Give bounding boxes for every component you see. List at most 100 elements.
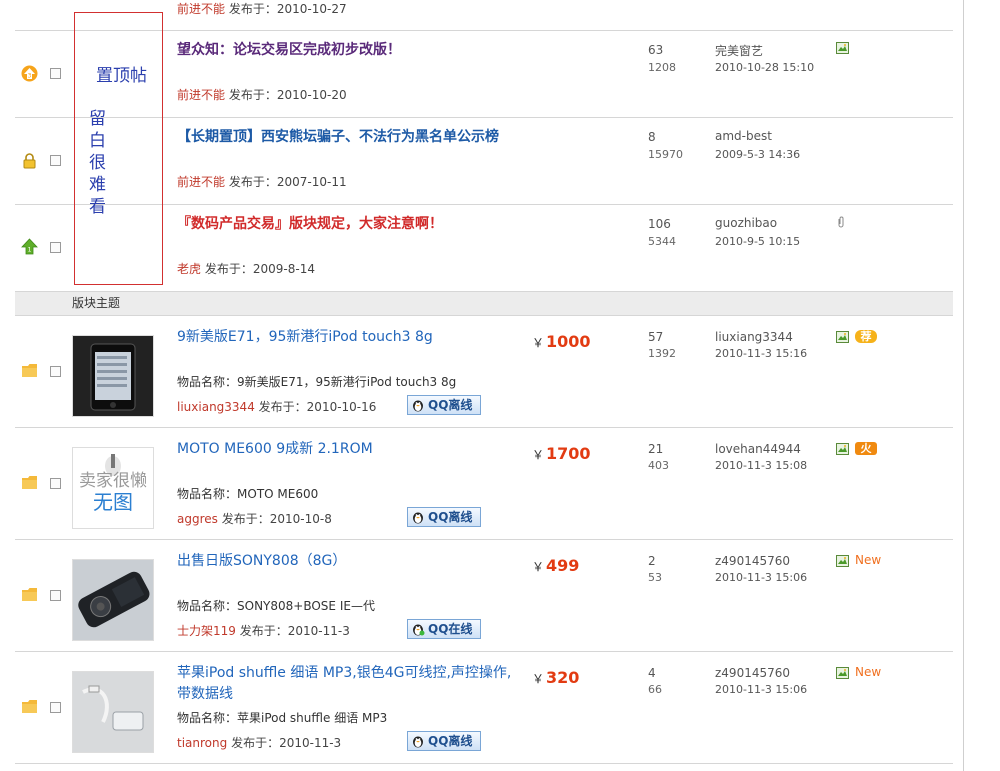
qq-status-label: QQ离线 — [428, 510, 473, 524]
last-post-time[interactable]: 2010-11-3 15:08 — [715, 459, 807, 472]
thread-title[interactable]: 望众知：论坛交易区完成初步改版！ — [177, 40, 522, 61]
view-count: 1208 — [648, 61, 676, 74]
thread-checkbox[interactable] — [50, 68, 61, 79]
thread-checkbox[interactable] — [50, 478, 61, 489]
posted-label: 发布于： — [228, 175, 277, 189]
last-post-user[interactable]: guozhibao — [715, 216, 777, 230]
section-label: 版块主题 — [72, 296, 121, 310]
svg-text:3: 3 — [28, 73, 32, 80]
last-post-time[interactable]: 2010-9-5 10:15 — [715, 235, 800, 248]
reply-count: 21 — [648, 442, 664, 456]
product-thumbnail-placeholder[interactable]: 卖家很懒 无图 — [72, 447, 154, 529]
folder-icon — [22, 476, 37, 489]
svg-text:1: 1 — [28, 247, 32, 254]
annotation-label: 置顶帖 — [96, 66, 147, 86]
last-post-user[interactable]: z490145760 — [715, 554, 790, 568]
trade-thread-row: 9新美版E71，95新港行iPod touch3 8g ￥ 1000 物品名称：9… — [15, 316, 953, 428]
item-name: 物品名称：9新美版E71，95新港行iPod touch3 8g — [177, 373, 456, 390]
item-name-value: 9新美版E71，95新港行iPod touch3 8g — [237, 375, 457, 389]
qq-status-button[interactable]: QQ离线 — [407, 507, 481, 527]
last-post-time[interactable]: 2010-11-3 15:06 — [715, 571, 807, 584]
attachment-clip-icon — [838, 216, 844, 228]
post-date: 2010-11-3 — [287, 624, 350, 638]
qq-status-button[interactable]: QQ离线 — [407, 395, 481, 415]
product-thumbnail[interactable] — [72, 559, 154, 641]
reply-count: 57 — [648, 330, 664, 344]
last-post-time[interactable]: 2010-11-3 15:16 — [715, 347, 807, 360]
posted-label: 发布于： — [221, 512, 270, 526]
thread-checkbox[interactable] — [50, 590, 61, 601]
price: ￥ 499 — [532, 556, 579, 575]
qq-penguin-icon — [413, 736, 423, 748]
thread-meta: liuxiang3344 发布于：2010-10-16 — [177, 398, 376, 415]
view-count: 53 — [648, 571, 662, 584]
thread-checkbox[interactable] — [50, 366, 61, 377]
trade-thread-row: 出售日版SONY808（8G） ￥ 499 物品名称：SONY808+BOSE I… — [15, 540, 953, 652]
qq-status-button[interactable]: QQ离线 — [407, 731, 481, 751]
thread-checkbox[interactable] — [50, 242, 61, 253]
reply-count: 4 — [648, 666, 656, 680]
author-link[interactable]: aggres — [177, 512, 218, 526]
thread-title[interactable]: 苹果iPod shuffle 细语 MP3,银色4G可线控,声控操作,带数据线 — [177, 663, 522, 705]
product-thumbnail[interactable] — [72, 671, 154, 753]
author-link[interactable]: 老虎 — [177, 262, 201, 276]
price-value: 1700 — [546, 444, 591, 463]
price: ￥ 1700 — [532, 444, 591, 463]
sticky-level-3-icon: 3 — [21, 65, 38, 82]
view-count: 403 — [648, 459, 669, 472]
image-attachment-icon — [836, 443, 849, 455]
folder-icon — [22, 588, 37, 601]
thread-title[interactable]: 『数码产品交易』版块规定，大家注意啊！ — [177, 214, 522, 235]
qq-status-label: QQ离线 — [428, 398, 473, 412]
last-post-user[interactable]: amd-best — [715, 129, 772, 143]
thread-title[interactable]: 出售日版SONY808（8G） — [177, 551, 522, 572]
item-name-label: 物品名称： — [177, 487, 238, 501]
posted-label: 发布于： — [228, 2, 277, 16]
author-link[interactable]: tianrong — [177, 736, 227, 750]
author-link[interactable]: 前进不能 — [177, 175, 225, 189]
item-name: 物品名称：SONY808+BOSE IE—代 — [177, 597, 375, 614]
last-post-user[interactable]: lovehan44944 — [715, 442, 801, 456]
price-value: 320 — [546, 668, 580, 687]
thread-meta: 前进不能 发布于：2010-10-27 — [177, 0, 347, 17]
qq-status-button[interactable]: QQ在线 — [407, 619, 481, 639]
currency-symbol: ￥ — [532, 336, 545, 350]
no-image-text-highlight: 无图 — [93, 490, 133, 514]
item-name-label: 物品名称： — [177, 375, 238, 389]
author-link[interactable]: 前进不能 — [177, 88, 225, 102]
last-post-time[interactable]: 2010-11-3 15:06 — [715, 683, 807, 696]
no-image-text: 卖家很懒 — [79, 471, 147, 491]
annotation-vertical-label: 留 白 很 难 看 — [89, 108, 107, 218]
image-attachment-icon — [836, 667, 849, 679]
thread-checkbox[interactable] — [50, 155, 61, 166]
author-link[interactable]: 士力架119 — [177, 624, 236, 638]
last-post-time[interactable]: 2009-5-3 14:36 — [715, 148, 800, 161]
product-thumbnail[interactable] — [72, 335, 154, 417]
item-name: 物品名称：苹果iPod shuffle 细语 MP3 — [177, 709, 387, 726]
ipod-shuffle-photo — [73, 672, 153, 752]
annotation-char: 难 — [89, 175, 106, 195]
item-name: 物品名称：MOTO ME600 — [177, 485, 318, 502]
new-badge: New — [855, 553, 882, 567]
last-post-user[interactable]: 完美窗艺 — [715, 42, 763, 59]
thread-title[interactable]: MOTO ME600 9成新 2.1ROM — [177, 439, 522, 460]
price-value: 499 — [546, 556, 580, 575]
thread-title[interactable]: 【长期置顶】西安熊坛骗子、不法行为黑名单公示榜 — [177, 127, 522, 148]
posted-label: 发布于： — [204, 262, 253, 276]
item-name-value: 苹果iPod shuffle 细语 MP3 — [237, 711, 388, 725]
author-link[interactable]: 前进不能 — [177, 2, 225, 16]
thread-checkbox[interactable] — [50, 702, 61, 713]
last-post-user[interactable]: liuxiang3344 — [715, 330, 793, 344]
folder-icon — [22, 700, 37, 713]
posted-label: 发布于： — [231, 736, 280, 750]
post-date: 2010-10-8 — [269, 512, 332, 526]
image-attachment-icon — [836, 555, 849, 567]
post-date: 2010-10-27 — [276, 2, 347, 16]
last-post-user[interactable]: z490145760 — [715, 666, 790, 680]
annotation-char: 留 — [89, 109, 106, 129]
author-link[interactable]: liuxiang3344 — [177, 400, 255, 414]
thread-title[interactable]: 9新美版E71，95新港行iPod touch3 8g — [177, 327, 522, 348]
last-post-time[interactable]: 2010-10-28 15:10 — [715, 61, 814, 74]
currency-symbol: ￥ — [532, 448, 545, 462]
annotation-char: 很 — [89, 153, 106, 173]
